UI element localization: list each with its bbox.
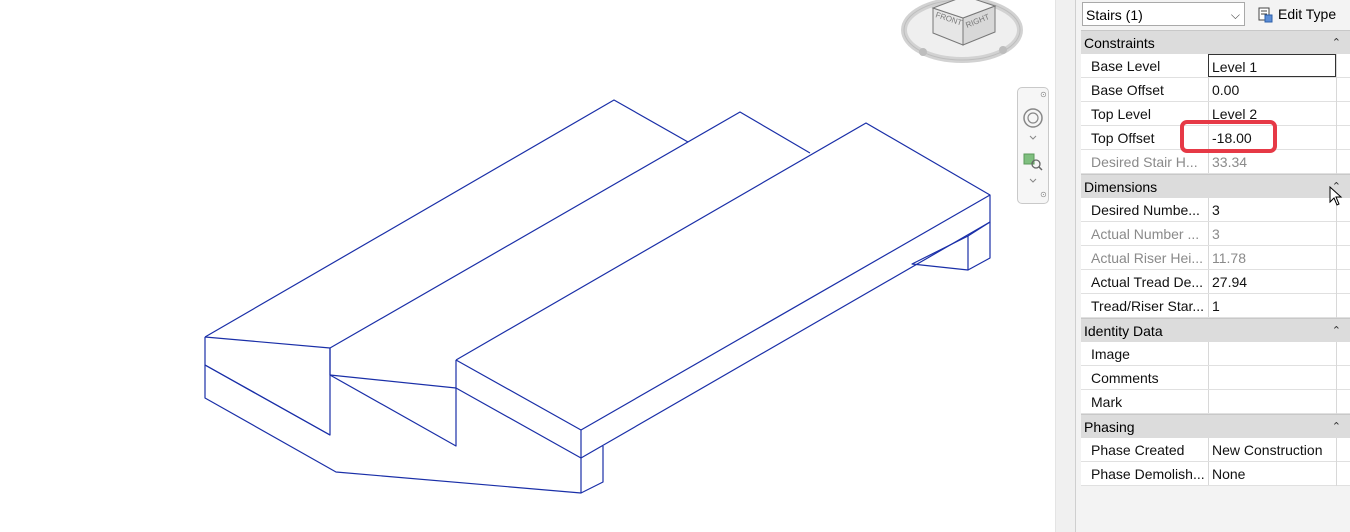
category-header[interactable]: Constraints ⌃ [1081,30,1350,54]
property-label: Phase Demolish... [1091,466,1205,482]
column-divider [1336,126,1337,150]
property-label: Mark [1091,394,1123,410]
column-divider [1336,294,1337,318]
column-divider [1336,270,1337,294]
property-row[interactable]: Comments [1081,366,1350,390]
collapse-icon[interactable]: ⌃ [1332,415,1341,439]
property-label: Base Level [1091,58,1161,74]
property-value[interactable]: 3 [1208,198,1336,221]
property-value: 33.34 [1208,150,1336,173]
property-label: Actual Tread De... [1091,274,1204,290]
property-row[interactable]: Tread/Riser Star... 1 [1081,294,1350,318]
property-value[interactable] [1208,390,1336,413]
properties-palette: Stairs (1) ⌵ Edit Type Constraints ⌃ Base … [1075,0,1350,532]
property-row[interactable]: Desired Stair H... 33.34 [1081,150,1350,174]
property-row[interactable]: Desired Numbe... 3 [1081,198,1350,222]
mouse-cursor-icon [1329,186,1343,206]
property-value[interactable] [1208,342,1336,365]
chevron-down-icon: ⌵ [1230,8,1240,22]
column-divider [1336,150,1337,174]
property-label: Actual Riser Hei... [1091,250,1204,266]
properties-grid: Constraints ⌃ Base Level Level 1 Base Offset… [1081,30,1350,486]
steering-wheel-icon[interactable] [1018,98,1048,148]
column-divider [1336,78,1337,102]
column-divider [1336,438,1337,462]
column-divider [1336,54,1337,78]
property-value[interactable]: New Construction [1208,438,1336,461]
property-label: Desired Numbe... [1091,202,1200,218]
column-divider [1336,342,1337,366]
type-selector-row: Stairs (1) ⌵ Edit Type [1082,2,1350,28]
category-title: Phasing [1084,419,1135,435]
navbar-close-icon[interactable]: ⊙ [1040,90,1047,99]
property-row[interactable]: Image [1081,342,1350,366]
property-label: Image [1091,346,1130,362]
property-row[interactable]: Actual Riser Hei... 11.78 [1081,246,1350,270]
column-divider [1336,366,1337,390]
property-value[interactable]: None [1208,462,1336,485]
property-value[interactable]: 1 [1208,294,1336,317]
property-row[interactable]: Base Offset 0.00 [1081,78,1350,102]
type-selector-value: Stairs (1) [1086,7,1143,23]
property-label: Comments [1091,370,1159,386]
3d-viewport[interactable]: FRONT RIGHT ⊙ ⊙ [0,0,1055,532]
property-row[interactable]: Phase Demolish... None [1081,462,1350,486]
column-divider [1336,390,1337,414]
column-divider [1336,462,1337,486]
edit-type-icon [1258,7,1273,23]
viewport-scrollbar[interactable] [1055,0,1076,532]
property-row[interactable]: Base Level Level 1 [1081,54,1350,78]
property-label: Phase Created [1091,442,1185,458]
navbar-options-icon[interactable]: ⊙ [1040,190,1047,199]
property-label: Desired Stair H... [1091,154,1198,170]
annotation-highlight-box [1180,120,1277,153]
category-title: Dimensions [1084,179,1158,195]
collapse-icon[interactable]: ⌃ [1332,319,1341,343]
property-value[interactable]: 0.00 [1208,78,1336,101]
category-header[interactable]: Phasing ⌃ [1081,414,1350,438]
property-value[interactable]: Level 1 [1208,54,1336,77]
viewcube[interactable]: FRONT RIGHT [895,0,1030,75]
property-row[interactable]: Actual Number ... 3 [1081,222,1350,246]
column-divider [1336,102,1337,126]
type-selector-dropdown[interactable]: Stairs (1) ⌵ [1082,2,1245,26]
navigation-bar[interactable]: ⊙ ⊙ [1017,87,1049,204]
edit-type-label: Edit Type [1278,6,1337,22]
property-label: Base Offset [1091,82,1164,98]
stair-model[interactable] [0,0,1055,532]
category-header[interactable]: Identity Data ⌃ [1081,318,1350,342]
property-value: 11.78 [1208,246,1336,269]
property-row[interactable]: Phase Created New Construction [1081,438,1350,462]
property-label: Actual Number ... [1091,226,1200,242]
edit-type-button[interactable]: Edit Type [1258,2,1336,26]
property-row[interactable]: Actual Tread De... 27.94 [1081,270,1350,294]
zoom-region-icon[interactable] [1018,150,1048,190]
property-value[interactable] [1208,366,1336,389]
property-value[interactable]: 27.94 [1208,270,1336,293]
category-header[interactable]: Dimensions ⌃ [1081,174,1350,198]
category-title: Identity Data [1084,323,1163,339]
property-label: Tread/Riser Star... [1091,298,1205,314]
collapse-icon[interactable]: ⌃ [1332,31,1341,55]
column-divider [1336,222,1337,246]
property-row[interactable]: Mark [1081,390,1350,414]
property-value: 3 [1208,222,1336,245]
category-title: Constraints [1084,35,1155,51]
column-divider [1336,246,1337,270]
